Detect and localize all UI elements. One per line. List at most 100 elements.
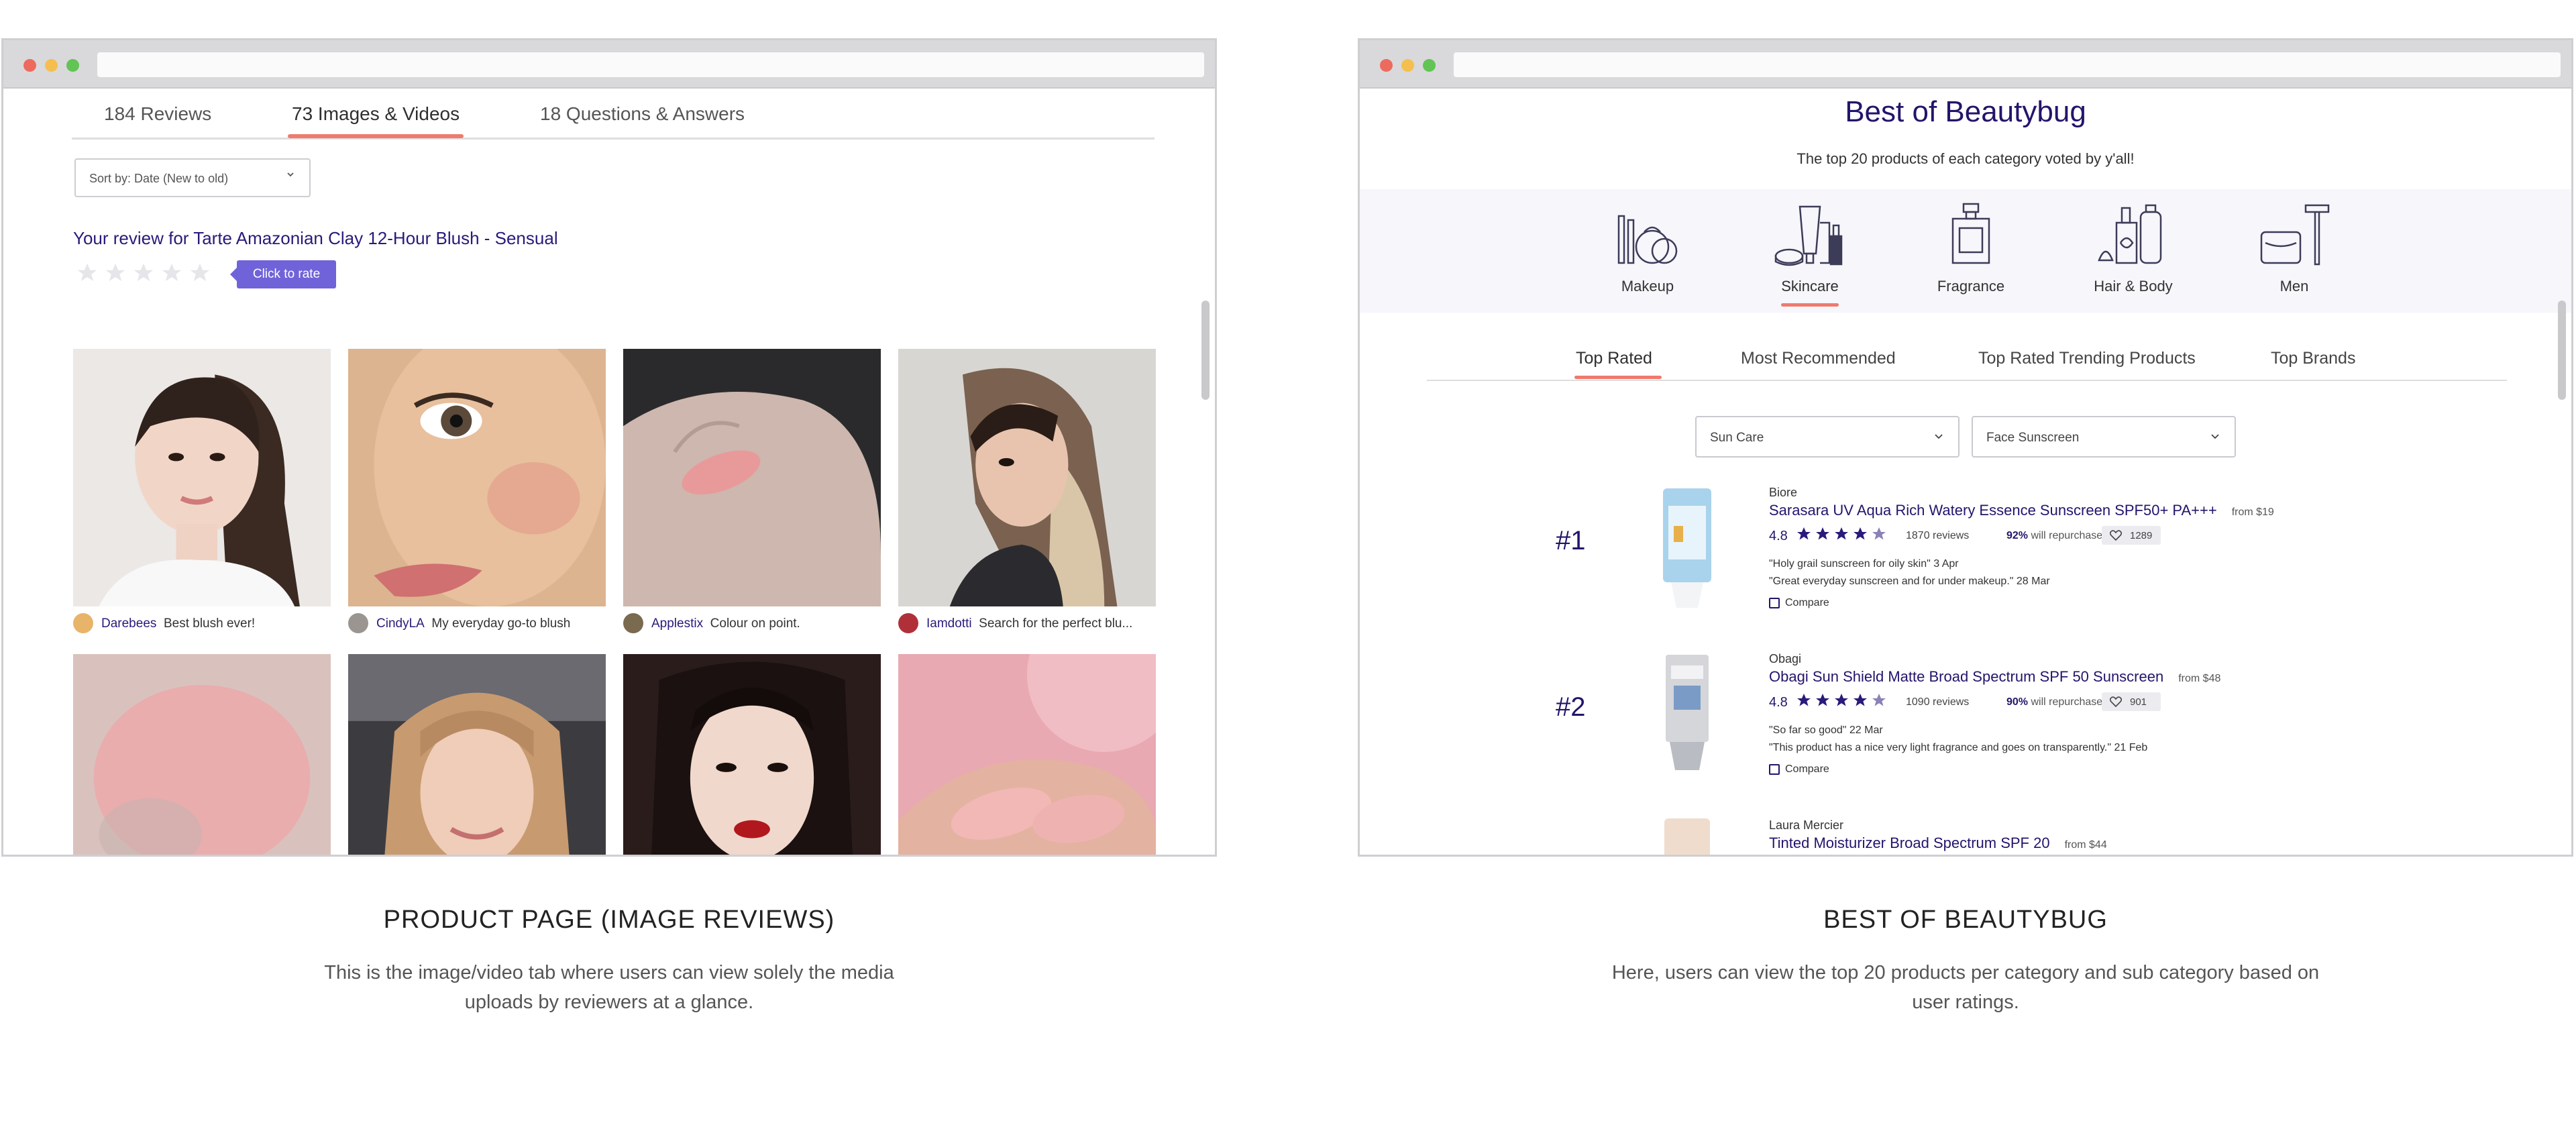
category-skincare[interactable]: Skincare: [1746, 203, 1874, 310]
sort-dropdown-label: Sort by: Date (New to old): [89, 172, 229, 185]
like-count: 901: [2130, 696, 2147, 708]
category-label: Makeup: [1621, 278, 1674, 294]
hair-body-icon: [2098, 204, 2162, 264]
category-fragrance[interactable]: Fragrance: [1907, 203, 2035, 310]
review-photo[interactable]: [623, 654, 881, 855]
review-photo[interactable]: [623, 349, 881, 606]
media-caption: Iamdotti Search for the perfect blu...: [898, 612, 1156, 636]
skincare-icon: [1774, 205, 1843, 266]
heart-icon: [2110, 696, 2122, 707]
review-prompt: Your review for Tarte Amazonian Clay 12-…: [73, 228, 558, 248]
category-label: Hair & Body: [2094, 278, 2173, 294]
media-caption: Applestix Colour on point.: [623, 612, 885, 636]
media-caption: CindyLA My everyday go-to blush: [348, 612, 610, 636]
review-photo[interactable]: [898, 349, 1156, 606]
media-note: Best blush ever!: [163, 617, 256, 631]
review-photo[interactable]: [73, 349, 331, 606]
rating-score: 4.8: [1769, 529, 1788, 543]
product-row: #1 Biore Sarasara UV Aqua Rich Watery Es…: [1360, 486, 2571, 640]
product-page-content: 184 Reviews 73 Images & Videos 18 Questi…: [3, 89, 1215, 855]
product-price: from $44: [2064, 839, 2107, 851]
right-section-title: BEST OF BEAUTYBUG: [1823, 906, 2108, 934]
dropdown-value: Face Sunscreen: [1986, 431, 2080, 445]
review-count[interactable]: 1870 reviews: [1906, 530, 1969, 542]
reviewer-name[interactable]: CindyLA: [376, 617, 425, 631]
category-makeup[interactable]: Makeup: [1584, 203, 1711, 310]
address-bar[interactable]: [1454, 52, 2561, 77]
review-snippet[interactable]: "This product has a nice very light frag…: [1769, 742, 2147, 754]
chevron-down-icon: [1935, 434, 1943, 439]
avatar[interactable]: [898, 613, 918, 633]
browser-titlebar: [1360, 40, 2571, 89]
review-photo[interactable]: [73, 654, 331, 855]
maximize-window-button[interactable]: [66, 59, 79, 72]
empty-star-icon[interactable]: [189, 262, 211, 284]
rating-stars-icon: [1797, 527, 1886, 540]
category-label: Fragrance: [1937, 278, 2005, 294]
product-name[interactable]: Sarasara UV Aqua Rich Watery Essence Sun…: [1769, 502, 2274, 519]
review-snippet[interactable]: "Great everyday sunscreen and for under …: [1769, 576, 2050, 588]
empty-star-icon[interactable]: [76, 262, 99, 284]
category-men[interactable]: Men: [2231, 203, 2358, 310]
avatar[interactable]: [623, 613, 643, 633]
review-count[interactable]: 1090 reviews: [1906, 696, 1969, 708]
tab-images-videos[interactable]: 73 Images & Videos: [292, 103, 460, 125]
tab-top-brands[interactable]: Top Brands: [2271, 349, 2355, 368]
product-image[interactable]: [1654, 486, 1721, 613]
review-photo[interactable]: [348, 654, 606, 855]
empty-star-icon[interactable]: [132, 262, 155, 284]
scrollbar[interactable]: [1201, 301, 1210, 400]
like-button[interactable]: 1289: [2102, 526, 2161, 545]
review-photo[interactable]: [898, 654, 1156, 855]
active-tab-underline: [288, 134, 464, 138]
close-window-button[interactable]: [1380, 59, 1393, 72]
category-hair-body[interactable]: Hair & Body: [2070, 203, 2197, 310]
review-snippet[interactable]: "Holy grail sunscreen for oily skin" 3 A…: [1769, 558, 1959, 570]
best-of-content: Best of Beautybug The top 20 products of…: [1360, 89, 2571, 855]
tab-most-recommended[interactable]: Most Recommended: [1741, 349, 1896, 368]
reviewer-name[interactable]: Iamdotti: [926, 617, 972, 631]
product-row: #2 Obagi Obagi Sun Shield Matte Broad Sp…: [1360, 652, 2571, 806]
media-caption: Darebees Best blush ever!: [73, 612, 335, 636]
minimize-window-button[interactable]: [45, 59, 58, 72]
avatar[interactable]: [73, 613, 93, 633]
ranking-tabs: Top Rated Most Recommended Top Rated Tre…: [1427, 337, 2507, 381]
category-filter-dropdown[interactable]: Sun Care: [1695, 416, 1960, 458]
men-icon: [2260, 204, 2330, 266]
avatar[interactable]: [348, 613, 368, 633]
address-bar[interactable]: [97, 52, 1204, 77]
scrollbar[interactable]: [2558, 301, 2566, 400]
media-note: My everyday go-to blush: [431, 617, 571, 631]
empty-star-icon[interactable]: [160, 262, 183, 284]
close-window-button[interactable]: [23, 59, 36, 72]
dropdown-value: Sun Care: [1710, 431, 1764, 445]
media-note: Search for the perfect blu...: [979, 617, 1133, 631]
minimize-window-button[interactable]: [1401, 59, 1414, 72]
like-count: 1289: [2130, 530, 2153, 541]
media-note: Colour on point.: [710, 617, 800, 631]
product-rank: #2: [1556, 692, 1586, 722]
tab-top-rated[interactable]: Top Rated: [1576, 349, 1652, 368]
product-row: Laura Mercier Tinted Moisturizer Broad S…: [1360, 818, 2571, 855]
review-photo[interactable]: [348, 349, 606, 606]
sort-dropdown[interactable]: Sort by: Date (New to old): [74, 158, 311, 197]
subcategory-filter-dropdown[interactable]: Face Sunscreen: [1972, 416, 2236, 458]
product-name[interactable]: Obagi Sun Shield Matte Broad Spectrum SP…: [1769, 668, 2220, 686]
product-image[interactable]: [1654, 652, 1721, 780]
left-section-title: PRODUCT PAGE (IMAGE REVIEWS): [383, 906, 835, 934]
review-snippet[interactable]: "So far so good" 22 Mar: [1769, 725, 1883, 737]
product-name[interactable]: Tinted Moisturizer Broad Spectrum SPF 20…: [1769, 835, 2107, 852]
product-image[interactable]: [1654, 818, 1721, 855]
product-brand: Biore: [1769, 486, 1798, 499]
reviewer-name[interactable]: Applestix: [651, 617, 703, 631]
empty-star-icon[interactable]: [104, 262, 127, 284]
like-button[interactable]: 901: [2102, 692, 2161, 711]
maximize-window-button[interactable]: [1423, 59, 1436, 72]
fragrance-icon: [1951, 203, 1990, 264]
rating-score: 4.8: [1769, 695, 1788, 710]
category-label: Skincare: [1781, 278, 1839, 294]
reviewer-name[interactable]: Darebees: [101, 617, 156, 631]
tab-reviews[interactable]: 184 Reviews: [104, 103, 211, 125]
tab-questions-answers[interactable]: 18 Questions & Answers: [540, 103, 745, 125]
tab-top-rated-trending[interactable]: Top Rated Trending Products: [1978, 349, 2196, 368]
